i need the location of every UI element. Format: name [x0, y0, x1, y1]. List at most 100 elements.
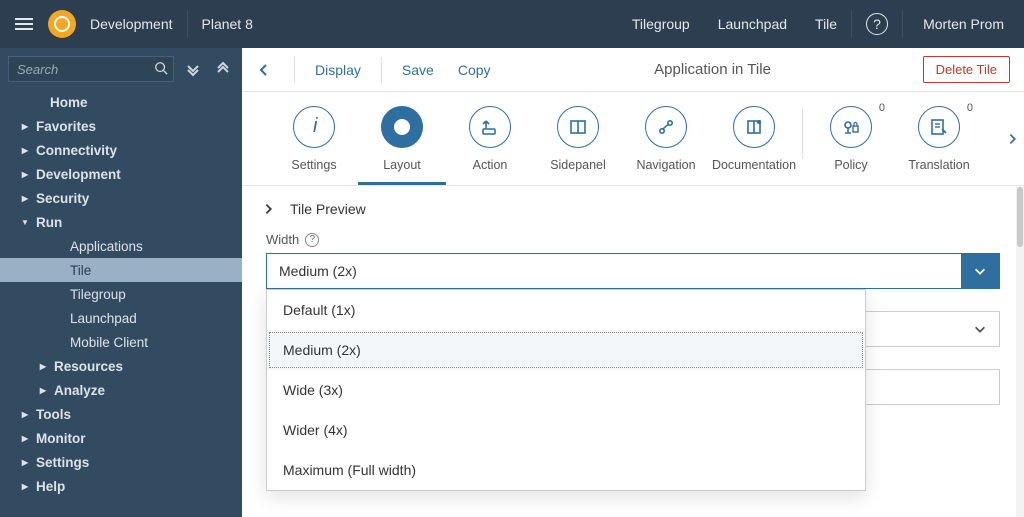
context-label[interactable]: Development — [76, 16, 187, 32]
tab-documentation[interactable]: Documentation — [710, 106, 798, 182]
tab-bar: iSettings Layout Action Sidepanel Navigation… — [242, 92, 1024, 186]
help-icon[interactable]: ? — [866, 13, 888, 35]
section-tile-preview[interactable]: Tile Preview — [242, 186, 1024, 232]
delete-button[interactable]: Delete Tile — [923, 56, 1010, 83]
chevron-right-icon: ▶ — [18, 194, 32, 203]
tab-policy[interactable]: 0Policy — [807, 106, 895, 182]
width-option[interactable]: Wide (3x) — [267, 370, 865, 410]
tab-label: Action — [473, 158, 508, 172]
nav-item-home[interactable]: Home — [0, 90, 242, 114]
app-logo[interactable] — [48, 10, 76, 38]
tab-layout[interactable]: Layout — [358, 106, 446, 185]
nav-item-security[interactable]: ▶ Security — [0, 186, 242, 210]
divider — [851, 10, 852, 38]
nav-tree: Home▶Favorites▶Connectivity▶Development▶… — [0, 90, 242, 517]
nav-item-label: Monitor — [36, 431, 86, 446]
tab-action[interactable]: Action — [446, 106, 534, 182]
share-icon — [469, 106, 511, 148]
display-action[interactable]: Display — [303, 62, 373, 78]
search-box — [8, 56, 174, 82]
nav-item-analyze[interactable]: ▶ Analyze — [0, 378, 242, 402]
nav-item-label: Security — [36, 191, 89, 206]
nav-item-label: Analyze — [54, 383, 105, 398]
copy-action[interactable]: Copy — [446, 62, 503, 78]
divider — [381, 57, 382, 83]
tab-label: Sidepanel — [550, 158, 606, 172]
chevron-right-icon: ▶ — [18, 170, 32, 179]
collapse-all-button[interactable] — [212, 58, 234, 80]
svg-text:i: i — [313, 115, 318, 137]
back-button[interactable] — [256, 62, 286, 78]
book-icon — [733, 106, 775, 148]
top-link-tile[interactable]: Tile — [801, 16, 851, 32]
tab-label: Policy — [834, 158, 867, 172]
nav-item-resources[interactable]: ▶Resources — [0, 354, 242, 378]
tab-sidepanel[interactable]: Sidepanel — [534, 106, 622, 182]
width-option[interactable]: Medium (2x) — [267, 330, 865, 370]
expand-all-button[interactable] — [182, 58, 204, 80]
width-select[interactable]: Medium (2x) Default (1x)Medium (2x)Wide … — [266, 253, 1000, 289]
nav-item-label: Help — [36, 479, 65, 494]
nav-item-launchpad[interactable]: Launchpad — [0, 306, 242, 330]
chevron-right-icon: ▶ — [18, 146, 32, 155]
chevron-right-icon — [262, 202, 276, 216]
badge: 0 — [879, 102, 885, 114]
nav-item-tilegroup[interactable]: Tilegroup — [0, 282, 242, 306]
user-name[interactable]: Morten Prom — [903, 16, 1024, 32]
nav-item-applications[interactable]: Applications — [0, 234, 242, 258]
menu-button[interactable] — [0, 0, 48, 48]
nav-item-settings[interactable]: ▶Settings — [0, 450, 242, 474]
chevron-right-icon: ▶ — [18, 410, 32, 419]
width-option[interactable]: Default (1x) — [267, 290, 865, 330]
nav-item-label: Resources — [54, 359, 123, 374]
top-link-tilegroup[interactable]: Tilegroup — [618, 16, 704, 32]
nav-item-tools[interactable]: ▶ Tools — [0, 402, 242, 426]
nav-item-run[interactable]: ▼ Run — [0, 210, 242, 234]
chevron-right-icon: ▶ — [36, 386, 50, 395]
chevron-right-icon: ▶ — [18, 482, 32, 491]
main-area: Display Save Copy Application in Tile De… — [242, 48, 1024, 517]
lock-icon — [830, 106, 872, 148]
nav-item-monitor[interactable]: ▶Monitor — [0, 426, 242, 450]
tab-label: Navigation — [636, 158, 695, 172]
tab-translation[interactable]: 0Translation — [895, 106, 983, 182]
nav-item-mobile-client[interactable]: Mobile Client — [0, 330, 242, 354]
nav-item-label: Mobile Client — [70, 335, 148, 350]
chevron-down-icon — [961, 312, 999, 346]
search-icon — [154, 61, 168, 75]
tab-label: Layout — [383, 158, 421, 172]
nav-item-label: Connectivity — [36, 143, 117, 158]
save-action[interactable]: Save — [390, 62, 446, 78]
nav-item-label: Tools — [36, 407, 71, 422]
info-icon: i — [293, 106, 335, 148]
nav-item-label: Launchpad — [70, 311, 137, 326]
nav-item-label: Favorites — [36, 119, 96, 134]
chevron-down-icon: ▼ — [18, 218, 32, 227]
app-name[interactable]: Planet 8 — [188, 16, 267, 32]
nav-item-label: Run — [36, 215, 62, 230]
tabs-scroll-right[interactable] — [1006, 132, 1020, 146]
tab-label: Translation — [908, 158, 969, 172]
palette-icon — [381, 106, 423, 148]
scrollbar[interactable] — [1016, 186, 1024, 517]
nav-item-development[interactable]: ▶ Development — [0, 162, 242, 186]
width-option[interactable]: Wider (4x) — [267, 410, 865, 450]
tab-settings[interactable]: iSettings — [270, 106, 358, 182]
nav-item-help[interactable]: ▶ Help — [0, 474, 242, 498]
panel-icon — [557, 106, 599, 148]
help-icon[interactable]: ? — [305, 233, 319, 247]
width-option[interactable]: Maximum (Full width) — [267, 450, 865, 490]
search-input[interactable] — [8, 56, 174, 82]
chevron-right-icon: ▶ — [18, 122, 32, 131]
top-link-launchpad[interactable]: Launchpad — [704, 16, 801, 32]
nav-item-label: Development — [36, 167, 121, 182]
nav-item-label: Settings — [36, 455, 89, 470]
tab-navigation[interactable]: Navigation — [622, 106, 710, 182]
nav-item-label: Home — [50, 95, 88, 110]
toolbar: Display Save Copy Application in Tile De… — [242, 48, 1024, 92]
nav-item-connectivity[interactable]: ▶ Connectivity — [0, 138, 242, 162]
route-icon — [645, 106, 687, 148]
nav-item-tile[interactable]: Tile — [0, 258, 242, 282]
sidebar: Home▶Favorites▶Connectivity▶Development▶… — [0, 48, 242, 517]
nav-item-favorites[interactable]: ▶ Favorites — [0, 114, 242, 138]
